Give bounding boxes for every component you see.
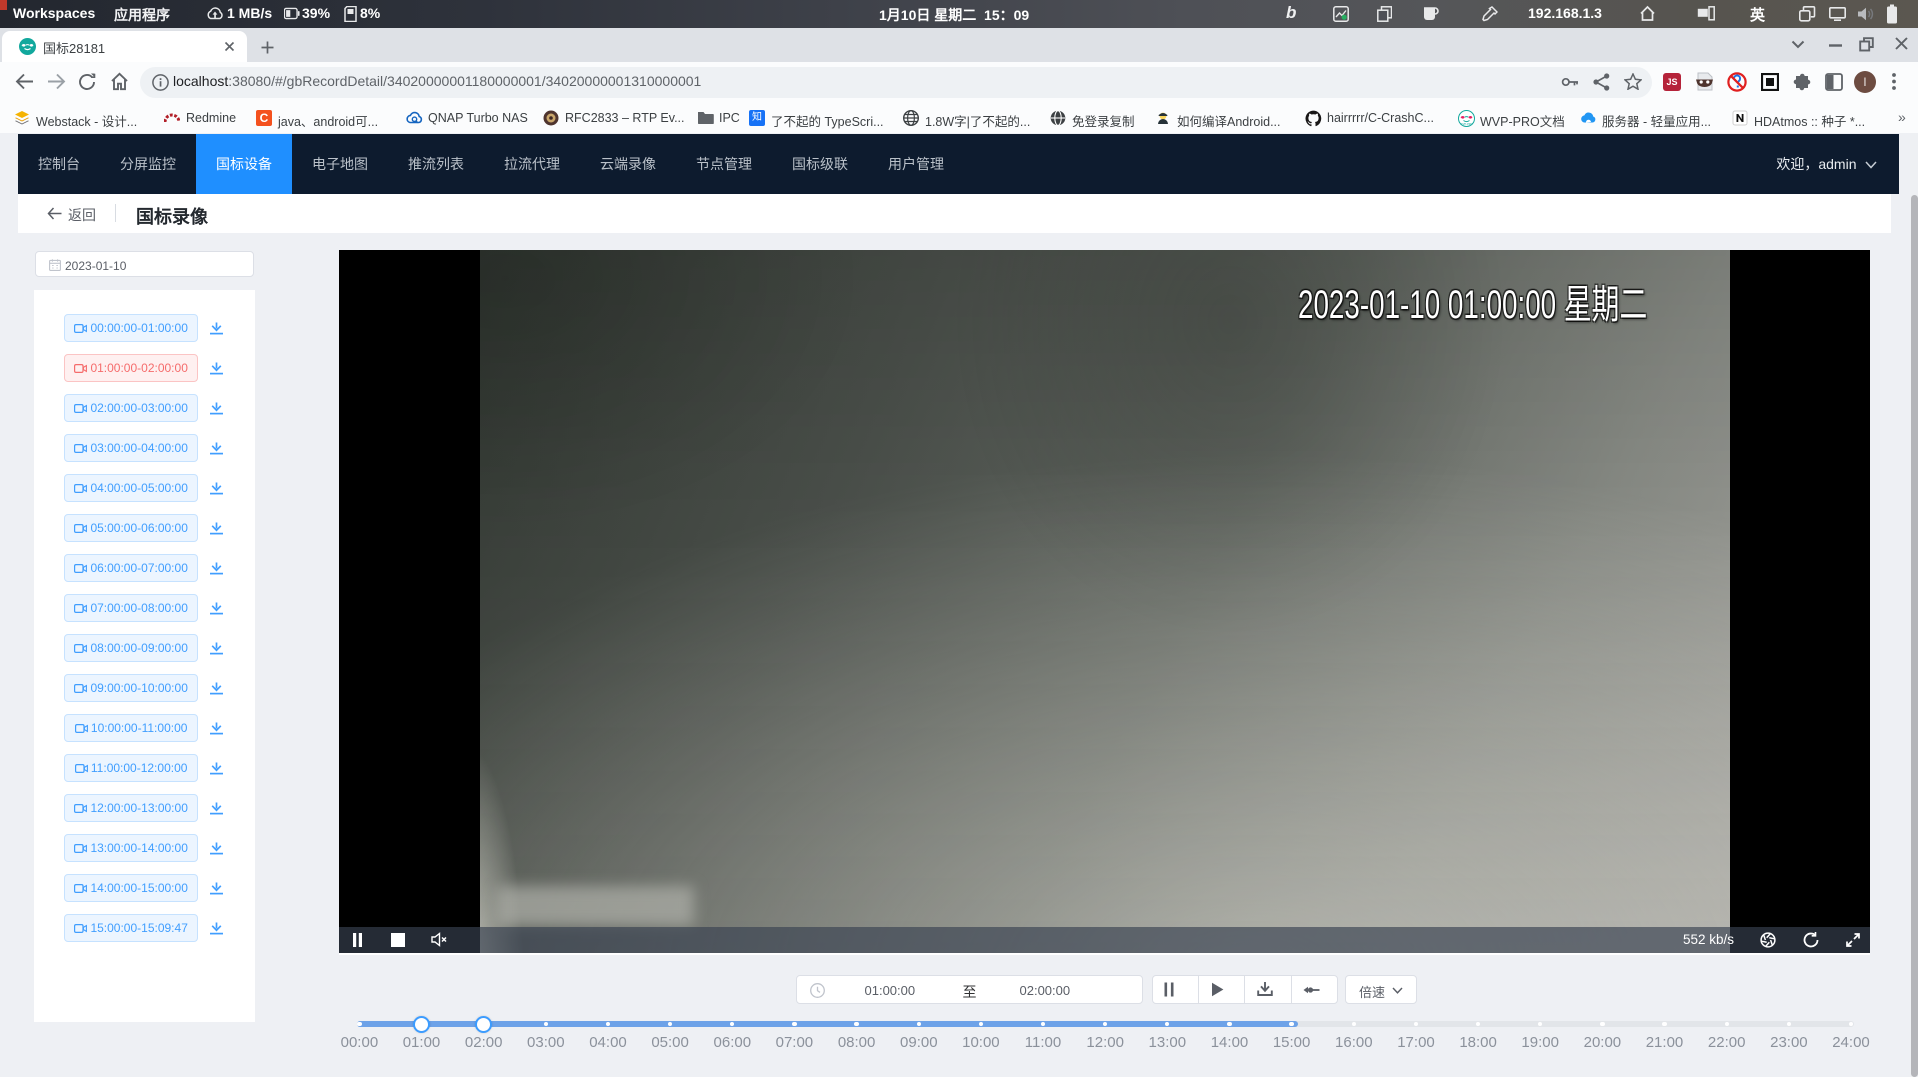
svg-text:WVP-PRO: WVP-PRO bbox=[1460, 122, 1472, 126]
